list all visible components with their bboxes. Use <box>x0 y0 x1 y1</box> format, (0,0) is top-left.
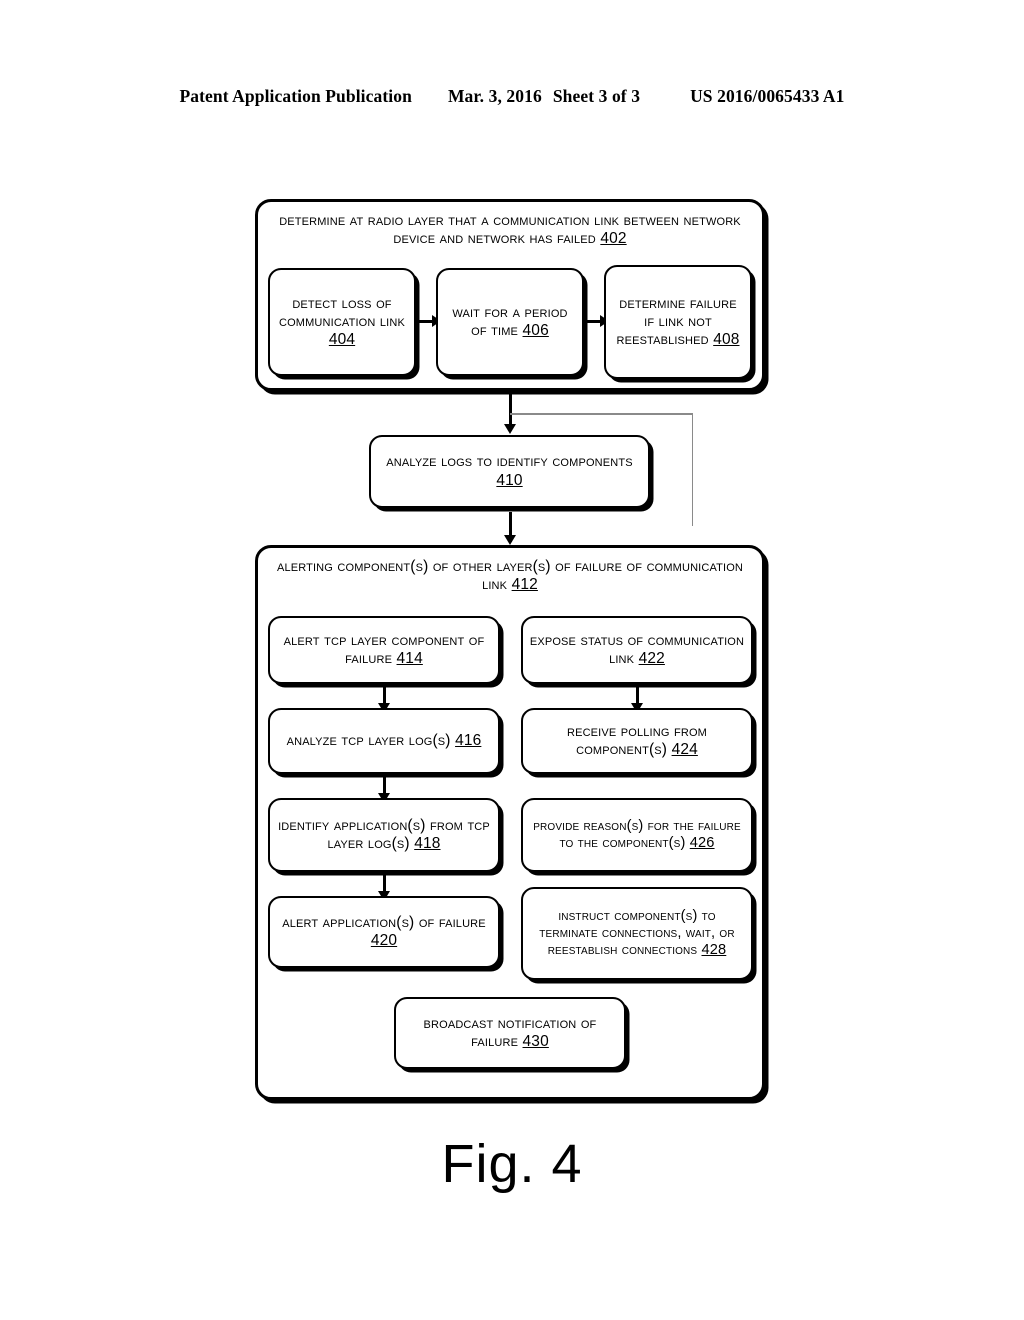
step-428-ref: 428 <box>701 942 727 959</box>
step-420-ref: 420 <box>370 932 398 949</box>
step-416-ref: 416 <box>455 731 482 749</box>
step-box-420: Alert Application(s) of Failure 420 <box>268 896 500 968</box>
step-box-414: Alert TCP Layer Component of Failure 414 <box>268 616 500 684</box>
step-414-ref: 414 <box>396 650 423 667</box>
step-box-430: Broadcast Notification of Failure 430 <box>394 997 626 1069</box>
step-404-text: Detect Loss of Communication Link 404 <box>279 294 405 349</box>
step-box-424: Receive Polling from Component(s) 424 <box>521 708 753 774</box>
step-406-text: Wait for a Period of Time 406 <box>452 303 568 339</box>
step-430-ref: 430 <box>522 1033 549 1050</box>
step-418-text: Identify Application(s) from TCP Layer L… <box>278 816 490 852</box>
step-426-text: Provide Reason(s) for the Failure to the… <box>533 817 741 851</box>
step-404-ref: 404 <box>328 331 356 349</box>
bypass-line-horizontal <box>510 413 693 415</box>
step-box-418: Identify Application(s) from TCP Layer L… <box>268 798 500 872</box>
step-408-ref: 408 <box>713 331 740 349</box>
step-416-text: Analyze TCP Layer Log(s) 416 <box>286 731 482 749</box>
step-420-text: Alert Application(s) of Failure 420 <box>282 913 486 949</box>
bypass-line-vertical <box>691 413 693 526</box>
stage-412-ref: 412 <box>511 576 538 594</box>
step-422-ref: 422 <box>638 650 665 667</box>
step-408-text: Determine Failure if Link not Reestablis… <box>616 294 740 349</box>
figure-4-flowchart: Determine at Radio Layer that a Communic… <box>0 0 1024 1320</box>
step-428-text: Instruct Component(s) to Terminate Conne… <box>539 907 735 959</box>
arrow-410-to-412-head <box>503 535 516 545</box>
arrow-402-to-410-head <box>503 424 516 434</box>
arrow-402-to-410-line <box>509 391 512 427</box>
step-box-406: Wait for a Period of Time 406 <box>436 268 584 376</box>
stage-box-410: Analyze Logs to Identify Components 410 <box>369 435 650 508</box>
step-box-404: Detect Loss of Communication Link 404 <box>268 268 416 376</box>
stage-402-ref: 402 <box>600 230 627 248</box>
step-414-text: Alert TCP Layer Component of Failure 414 <box>283 631 485 667</box>
step-426-ref: 426 <box>689 835 715 851</box>
step-box-408: Determine Failure if Link not Reestablis… <box>604 265 752 379</box>
step-406-ref: 406 <box>522 322 549 339</box>
figure-caption: Fig. 4 <box>441 1134 583 1194</box>
stage-410-ref: 410 <box>496 471 523 489</box>
step-box-426: Provide Reason(s) for the Failure to the… <box>521 798 753 872</box>
step-box-416: Analyze TCP Layer Log(s) 416 <box>268 708 500 774</box>
stage-402-title: Determine at Radio Layer that a Communic… <box>279 212 741 248</box>
step-box-428: Instruct Component(s) to Terminate Conne… <box>521 887 753 980</box>
step-422-text: Expose Status of Communication Link 422 <box>529 631 745 667</box>
step-418-ref: 418 <box>414 835 441 852</box>
step-424-ref: 424 <box>671 741 698 758</box>
step-424-text: Receive Polling from Component(s) 424 <box>567 722 707 758</box>
step-430-text: Broadcast Notification of Failure 430 <box>423 1014 597 1050</box>
stage-410-text: Analyze Logs to Identify Components 410 <box>386 453 633 489</box>
step-box-422: Expose Status of Communication Link 422 <box>521 616 753 684</box>
stage-412-title: Alerting Component(s) of Other Layer(s) … <box>276 558 744 594</box>
